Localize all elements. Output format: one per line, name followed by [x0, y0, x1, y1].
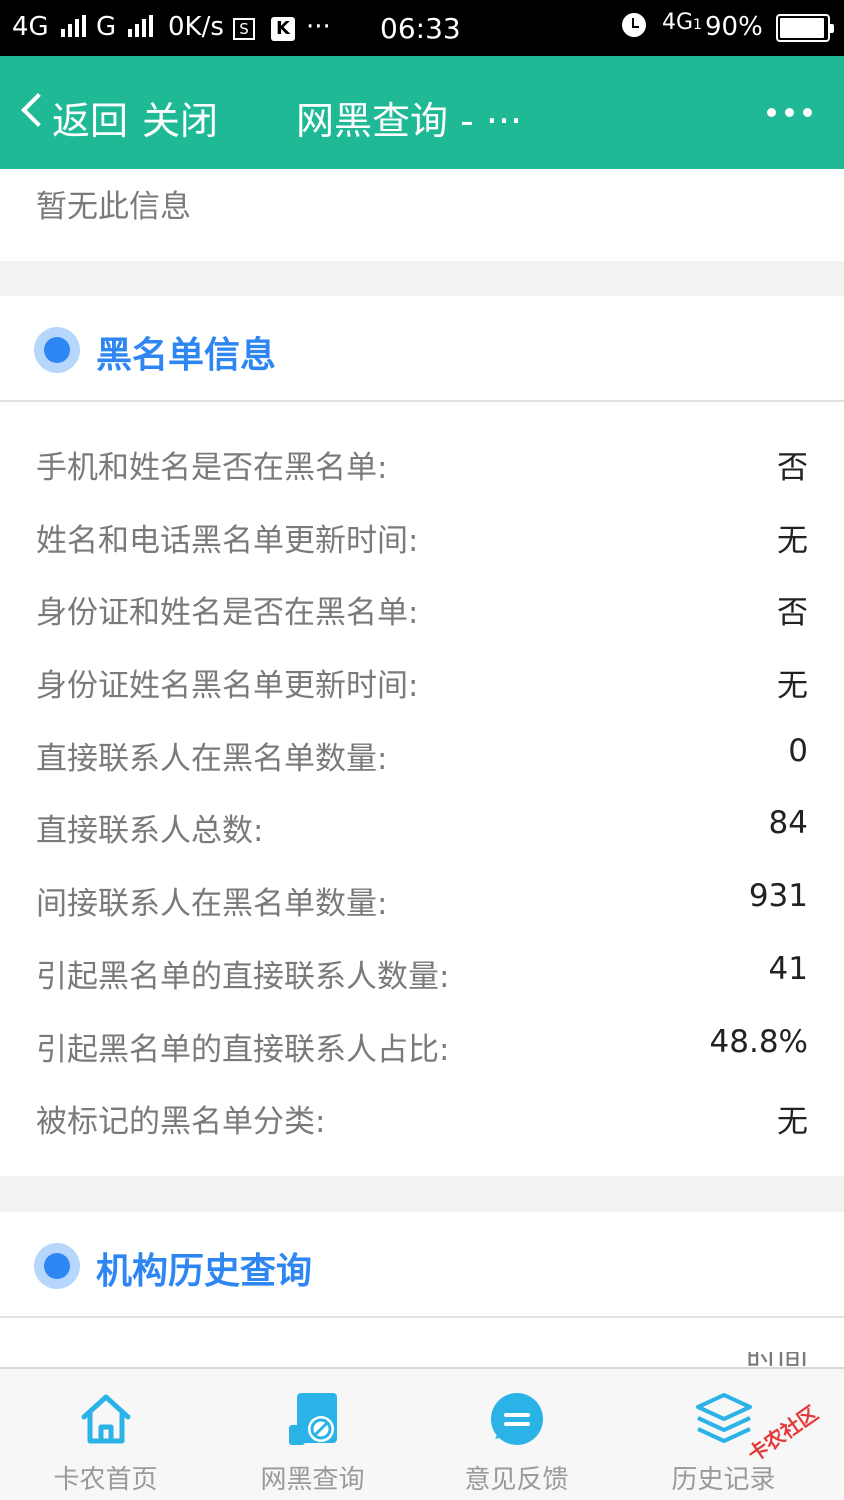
row-value: 无 — [777, 668, 808, 705]
signal-icon-2 — [128, 15, 154, 37]
chevron-left-icon — [21, 93, 55, 127]
row-value: 无 — [777, 1104, 808, 1141]
row-label: 被标记的黑名单分类: — [36, 1104, 326, 1141]
previous-section-tail: 暂无此信息 — [0, 169, 844, 261]
blacklist-rows: 手机和姓名是否在黑名单: 否 姓名和电话黑名单更新时间: 无 身份证和姓名是否在黑名… — [0, 402, 844, 1151]
nav-bar: 返回 关闭 网黑查询 - ··· — [0, 56, 844, 169]
blacklist-section: 黑名单信息 手机和姓名是否在黑名单: 否 姓名和电话黑名单更新时间: 无 身份证和姓… — [0, 296, 844, 1176]
close-button[interactable]: 关闭 — [142, 90, 218, 145]
history-section-title: 机构历史查询 — [96, 1251, 313, 1292]
row-label: 直接联系人总数: — [36, 813, 264, 850]
empty-info-text: 暂无此信息 — [36, 189, 191, 225]
s-app-icon: S — [233, 18, 255, 40]
info-row: 引起黑名单的直接联系人数量: 41 — [0, 933, 844, 1006]
network-4g-indicator-2: 4G1 — [662, 10, 702, 35]
row-value: 84 — [768, 805, 808, 842]
section-dot-icon — [34, 327, 80, 373]
feedback-icon — [490, 1393, 543, 1445]
info-row: 引起黑名单的直接联系人占比: 48.8% — [0, 1006, 844, 1079]
signal-icon — [60, 15, 86, 37]
battery-percent: 90% — [705, 12, 763, 42]
alarm-icon — [622, 13, 646, 37]
more-notifications-icon: ··· — [306, 12, 331, 42]
info-row: 身份证和姓名是否在黑名单: 否 — [0, 569, 844, 642]
tab-label: 卡农首页 — [53, 1465, 158, 1495]
tab-blacklist-query[interactable]: 网黑查询 — [207, 1369, 418, 1500]
home-icon — [81, 1394, 130, 1444]
row-value: 否 — [777, 450, 808, 486]
row-label: 间接联系人在黑名单数量: — [36, 886, 388, 923]
row-label: 直接联系人在黑名单数量: — [36, 740, 388, 777]
back-button[interactable]: 返回 — [10, 76, 135, 146]
k-app-icon: K — [271, 17, 295, 41]
tab-label: 历史记录 — [671, 1465, 776, 1495]
info-row: 手机和姓名是否在黑名单: 否 — [0, 424, 844, 497]
tab-label: 意见反馈 — [464, 1465, 569, 1495]
battery-icon — [776, 14, 834, 42]
back-label: 返回 — [52, 99, 129, 143]
row-label: 身份证和姓名是否在黑名单: — [36, 595, 419, 632]
info-row: 被标记的黑名单分类: 无 — [0, 1078, 844, 1151]
info-row: 姓名和电话黑名单更新时间: 无 — [0, 497, 844, 570]
row-value: 931 — [748, 878, 808, 915]
bottom-tab-bar: 卡农首页 网黑查询 意见反馈 历史记录 — [0, 1367, 844, 1500]
row-value: 0 — [788, 732, 808, 769]
history-section: 机构历史查询 时间 — [0, 1212, 844, 1372]
status-bar: 4G G 0K/s S K ··· 06:33 4G1 90% — [0, 0, 844, 56]
network-type-2: G — [96, 12, 117, 42]
blacklist-section-header: 黑名单信息 — [0, 296, 844, 402]
blacklist-query-icon — [288, 1393, 337, 1445]
blacklist-section-title: 黑名单信息 — [96, 335, 277, 376]
history-section-header: 机构历史查询 — [0, 1212, 844, 1318]
network-g-indicator: G — [96, 12, 154, 42]
row-value: 否 — [777, 595, 808, 632]
row-value: 41 — [768, 950, 808, 987]
row-label: 手机和姓名是否在黑名单: — [36, 450, 388, 486]
row-value: 无 — [777, 522, 808, 559]
clock: 06:33 — [380, 12, 461, 45]
history-time-label: 时间 — [746, 1352, 808, 1366]
tab-home[interactable]: 卡农首页 — [0, 1369, 211, 1500]
more-menu-icon[interactable] — [767, 108, 812, 117]
network-4g-indicator: 4G — [12, 12, 86, 42]
row-label: 引起黑名单的直接联系人占比: — [36, 1031, 450, 1068]
info-row: 身份证姓名黑名单更新时间: 无 — [0, 642, 844, 715]
tab-label: 网黑查询 — [260, 1465, 365, 1495]
info-row: 间接联系人在黑名单数量: 931 — [0, 860, 844, 933]
network-speed: 0K/s — [168, 12, 224, 42]
row-value: 48.8% — [709, 1023, 808, 1060]
row-label: 身份证姓名黑名单更新时间: — [36, 668, 419, 705]
info-row: 直接联系人总数: 84 — [0, 787, 844, 860]
section-dot-icon — [34, 1243, 80, 1289]
info-row: 直接联系人在黑名单数量: 0 — [0, 715, 844, 788]
row-label: 引起黑名单的直接联系人数量: — [36, 958, 450, 995]
network-type: 4G — [12, 12, 49, 42]
page-title: 网黑查询 - ··· — [296, 99, 523, 143]
tab-feedback[interactable]: 意见反馈 — [411, 1369, 622, 1500]
row-label: 姓名和电话黑名单更新时间: — [36, 522, 419, 559]
